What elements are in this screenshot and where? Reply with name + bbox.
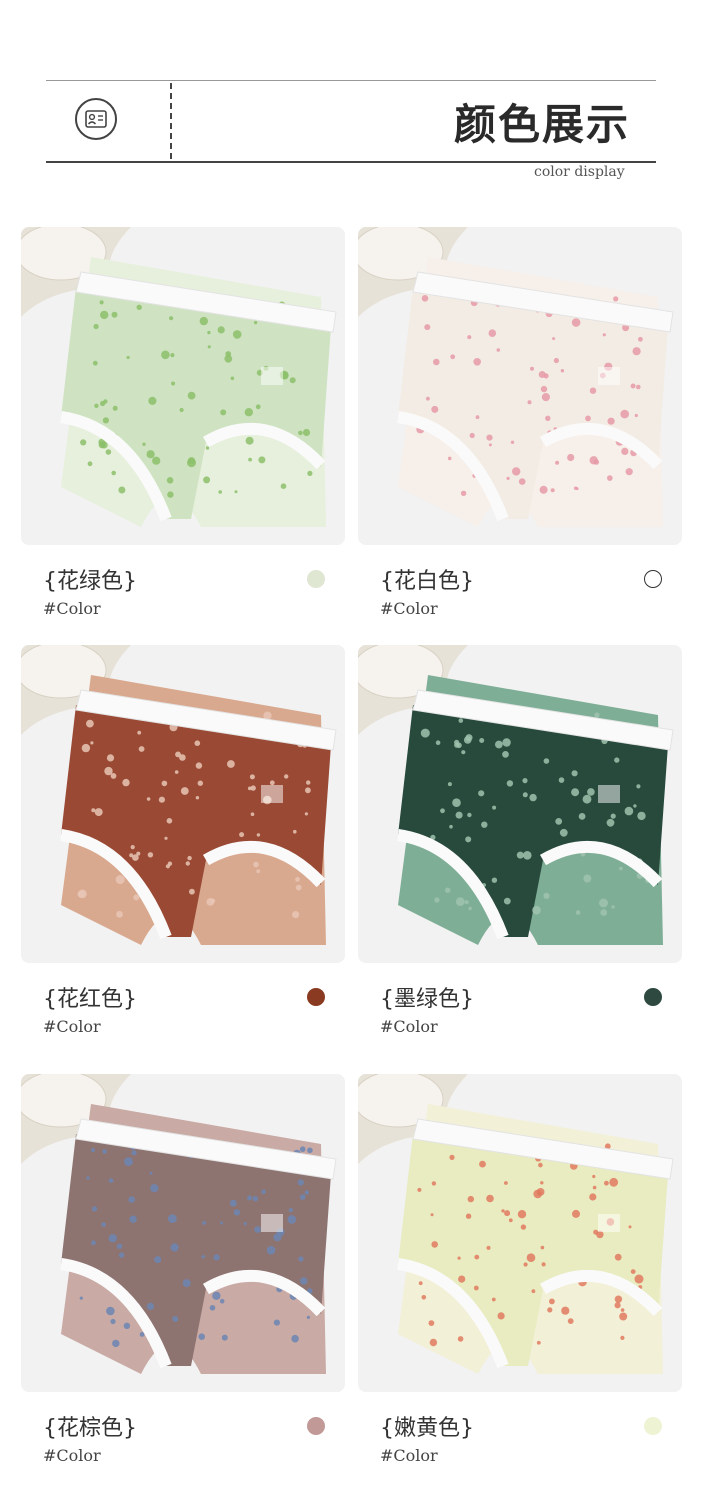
color-swatch[interactable] [644,988,662,1006]
product-color-name: {花红色} [43,987,137,1012]
product-photo[interactable] [358,227,682,545]
product-photo[interactable] [358,645,682,963]
color-swatch[interactable] [307,988,325,1006]
product-photo[interactable] [21,645,345,963]
product-color-code: #Color [380,1017,438,1036]
page-title: 颜色展示 [453,100,630,149]
product-card[interactable]: {墨绿色} #Color [358,645,682,1036]
section-header: 颜色展示 [46,80,656,163]
product-card[interactable]: {花棕色} #Color [21,1074,345,1465]
product-color-code: #Color [380,1446,438,1465]
product-color-name: {墨绿色} [380,987,474,1012]
product-color-name: {花棕色} [43,1416,137,1441]
product-color-name: {花绿色} [43,569,137,594]
product-color-code: #Color [43,1017,101,1036]
product-photo[interactable] [21,1074,345,1392]
product-color-name: {嫩黄色} [380,1416,474,1441]
page-subtitle: color display [534,164,625,180]
product-color-name: {花白色} [380,569,474,594]
product-card[interactable]: {花红色} #Color [21,645,345,1036]
profile-card-icon [75,98,117,140]
product-photo[interactable] [358,1074,682,1392]
color-swatch[interactable] [644,1417,662,1435]
product-card[interactable]: {嫩黄色} #Color [358,1074,682,1465]
product-photo[interactable] [21,227,345,545]
color-swatch[interactable] [307,570,325,588]
color-swatch[interactable] [307,1417,325,1435]
product-card[interactable]: {花绿色} #Color [21,227,345,618]
header-divider [170,83,172,159]
color-swatch[interactable] [644,570,662,588]
product-color-code: #Color [43,599,101,618]
product-card[interactable]: {花白色} #Color [358,227,682,618]
product-color-code: #Color [380,599,438,618]
product-color-code: #Color [43,1446,101,1465]
